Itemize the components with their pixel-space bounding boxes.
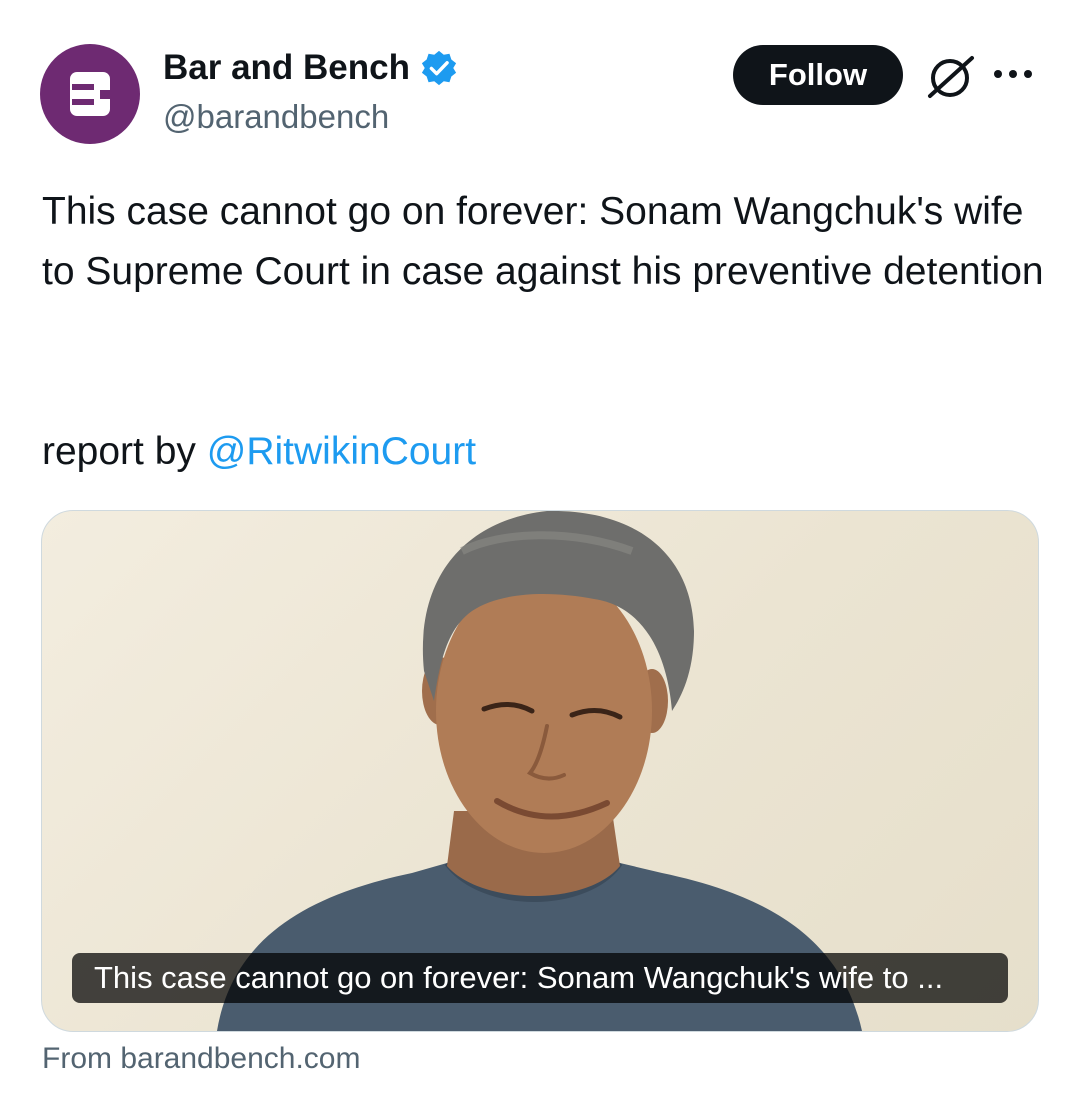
- tweet-text: This case cannot go on forever: Sonam Wa…: [42, 190, 1044, 293]
- bar-and-bench-logo-icon: [70, 72, 110, 116]
- author-name-row[interactable]: Bar and Bench: [163, 48, 458, 88]
- verified-badge-icon: [421, 50, 457, 86]
- more-icon[interactable]: [990, 62, 1036, 86]
- report-line: report by @RitwikinCourt: [42, 422, 476, 482]
- follow-button[interactable]: Follow: [733, 45, 903, 105]
- display-name[interactable]: Bar and Bench: [163, 48, 410, 88]
- card-caption: This case cannot go on forever: Sonam Wa…: [72, 953, 1008, 1003]
- card-source[interactable]: From barandbench.com: [42, 1042, 361, 1076]
- grok-icon[interactable]: [920, 52, 980, 102]
- handle[interactable]: @barandbench: [163, 98, 389, 136]
- avatar[interactable]: [40, 44, 140, 144]
- mention-link[interactable]: @RitwikinCourt: [207, 430, 476, 473]
- report-prefix: report by: [42, 430, 207, 473]
- link-card[interactable]: This case cannot go on forever: Sonam Wa…: [41, 510, 1039, 1032]
